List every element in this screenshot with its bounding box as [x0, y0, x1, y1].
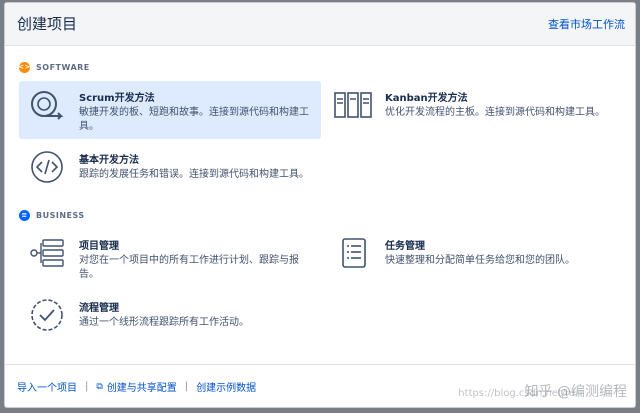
tile-project-management-name: 项目管理 — [79, 241, 119, 252]
tile-kanban-name: Kanban开发方法 — [385, 93, 468, 104]
tile-kanban[interactable]: Kanban开发方法 优化开发流程的主板。连接到源代码和构建工具。 — [325, 81, 625, 139]
business-section-icon: ≡ — [19, 210, 30, 221]
task-list-icon — [342, 238, 366, 268]
tile-project-management[interactable]: 项目管理 对您在一个项目中的所有工作进行计划、跟踪与报告。 — [19, 229, 321, 281]
create-sample-data-link[interactable]: 创建示例数据 — [196, 379, 256, 394]
create-project-dialog: 创建项目 查看市场工作流 <> SOFTWARE Scrum开发方法 敏捷开发的… — [4, 2, 636, 408]
view-marketplace-workflows-link[interactable]: 查看市场工作流 — [548, 16, 625, 32]
dialog-header: 创建项目 查看市场工作流 — [5, 3, 635, 46]
tile-project-management-desc: 对您在一个项目中的所有工作进行计划、跟踪与报告。 — [79, 255, 299, 280]
watermark: 知乎 @编测编程 — [524, 384, 627, 400]
hierarchy-icon — [30, 239, 64, 267]
dialog-footer: 导入一个项目 | ⧉ 创建与共享配置 | 创建示例数据 https://blog… — [5, 364, 635, 407]
tile-kanban-desc: 优化开发流程的主板。连接到源代码和构建工具。 — [385, 107, 605, 118]
check-circle-icon — [31, 299, 63, 331]
tile-task-management-desc: 快速整理和分配简单任务给您和您的团队。 — [385, 255, 575, 266]
section-software: <> SOFTWARE — [18, 62, 90, 73]
tile-process-management-name: 流程管理 — [79, 303, 119, 314]
code-icon — [31, 151, 63, 183]
create-shared-config-link[interactable]: 创建与共享配置 — [107, 379, 177, 394]
tile-basic-desc: 跟踪的发展任务和错误。连接到源代码和构建工具。 — [79, 169, 309, 180]
cycle-icon — [31, 91, 64, 120]
board-columns-icon — [334, 92, 372, 118]
tile-task-management[interactable]: 任务管理 快速整理和分配简单任务给您和您的团队。 — [325, 229, 625, 281]
tile-scrum-name: Scrum开发方法 — [79, 93, 155, 104]
footer-separator: | — [85, 381, 89, 392]
tile-task-management-name: 任务管理 — [385, 241, 425, 252]
tile-scrum-desc: 敏捷开发的板、短跑和故事。连接到源代码和构建工具。 — [79, 107, 309, 132]
import-project-link[interactable]: 导入一个项目 — [17, 379, 77, 394]
tile-process-management[interactable]: 流程管理 通过一个线形流程跟踪所有工作活动。 — [19, 291, 321, 341]
tile-basic-name: 基本开发方法 — [79, 155, 139, 166]
footer-separator: | — [184, 381, 189, 392]
footer-links: 导入一个项目 | ⧉ 创建与共享配置 | 创建示例数据 — [17, 379, 256, 394]
copy-icon: ⧉ — [96, 381, 103, 392]
section-software-label: SOFTWARE — [36, 63, 90, 72]
tile-process-management-desc: 通过一个线形流程跟踪所有工作活动。 — [79, 317, 249, 328]
software-section-icon: <> — [18, 62, 31, 73]
tile-scrum[interactable]: Scrum开发方法 敏捷开发的板、短跑和故事。连接到源代码和构建工具。 — [19, 81, 321, 139]
dialog-title: 创建项目 — [17, 15, 78, 33]
tile-basic[interactable]: 基本开发方法 跟踪的发展任务和错误。连接到源代码和构建工具。 — [19, 143, 321, 195]
section-business: ≡ BUSINESS — [19, 210, 85, 221]
section-business-label: BUSINESS — [36, 211, 85, 220]
